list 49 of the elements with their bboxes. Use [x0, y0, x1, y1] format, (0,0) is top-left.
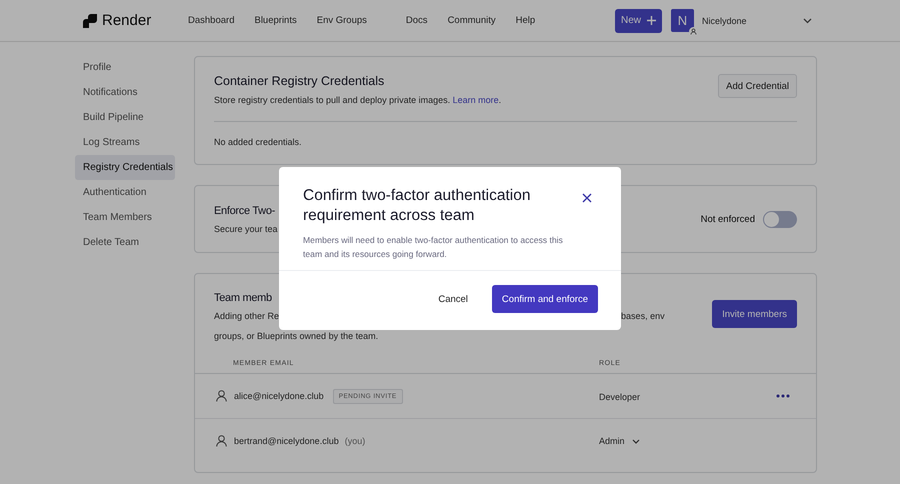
nav-link[interactable]: Docs	[406, 15, 428, 26]
chevron-down-icon[interactable]	[803, 18, 812, 24]
user-icon	[216, 435, 227, 447]
sidebar-item[interactable]: Team Members	[75, 205, 175, 230]
close-icon[interactable]	[582, 193, 592, 203]
learn-more-link[interactable]: Learn more	[452, 95, 499, 105]
card-description: Secure your tea	[214, 224, 278, 234]
user-icon	[689, 27, 698, 36]
user-icon	[216, 390, 227, 402]
nav-link[interactable]: Env Groups	[316, 15, 367, 26]
empty-message: No added credentials.	[214, 137, 303, 147]
more-icon[interactable]	[776, 394, 790, 398]
sidebar-item[interactable]: Notifications	[75, 80, 175, 105]
confirm-button[interactable]: Confirm and enforce	[492, 285, 598, 313]
toggle-label: Not enforced	[700, 214, 755, 224]
cancel-button[interactable]: Cancel	[432, 292, 474, 306]
sidebar-item[interactable]: Registry Credentials	[75, 155, 175, 180]
you-label: (you)	[344, 436, 366, 446]
toggle-switch[interactable]	[763, 210, 797, 228]
sidebar-item[interactable]: Build Pipeline	[75, 105, 175, 130]
new-button[interactable]: New	[615, 8, 662, 32]
logo-icon	[83, 14, 97, 28]
dialog-title: Confirm two-factor authentication requirement across team	[303, 186, 532, 226]
plus-icon	[647, 16, 656, 25]
sidebar-item[interactable]: Authentication	[75, 180, 175, 205]
account-name[interactable]: Nicelydone	[702, 16, 803, 26]
member-role: Developer	[599, 392, 640, 402]
nav-link[interactable]: Help	[516, 15, 536, 26]
sidebar-item[interactable]: Delete Team	[75, 230, 175, 255]
nav-link[interactable]: Dashboard	[188, 15, 234, 26]
member-email: alice@nicelydone.club	[234, 391, 324, 401]
card-description: groups, or Blueprints owned by the team.	[214, 330, 380, 341]
dialog-message: Members will need to enable two-factor authentication to access this team and its resources going forward.	[303, 234, 564, 261]
chevron-down-icon	[632, 438, 640, 444]
card-description: Adding other Re	[214, 311, 280, 321]
card-title: Enforce Two-	[214, 204, 276, 216]
logo-text[interactable]: Render	[102, 12, 152, 29]
card-description: bases, env	[621, 311, 665, 321]
nav-link[interactable]: Blueprints	[254, 15, 297, 26]
sidebar-item[interactable]: Log Streams	[75, 130, 175, 155]
card-description: Store registry credentials to pull and deploy private images. Learn more.	[214, 95, 502, 105]
role-dropdown[interactable]: Admin	[599, 436, 640, 446]
member-email: bertrand@nicelydone.club	[234, 436, 339, 446]
add-credential-button[interactable]: Add Credential	[718, 74, 797, 98]
card-title: Team memb	[214, 292, 272, 304]
sidebar-item[interactable]: Profile	[75, 55, 175, 80]
card-title: Container Registry Credentials	[214, 74, 386, 88]
invite-members-button[interactable]: Invite members	[712, 300, 797, 328]
nav-link[interactable]: Community	[448, 15, 496, 26]
